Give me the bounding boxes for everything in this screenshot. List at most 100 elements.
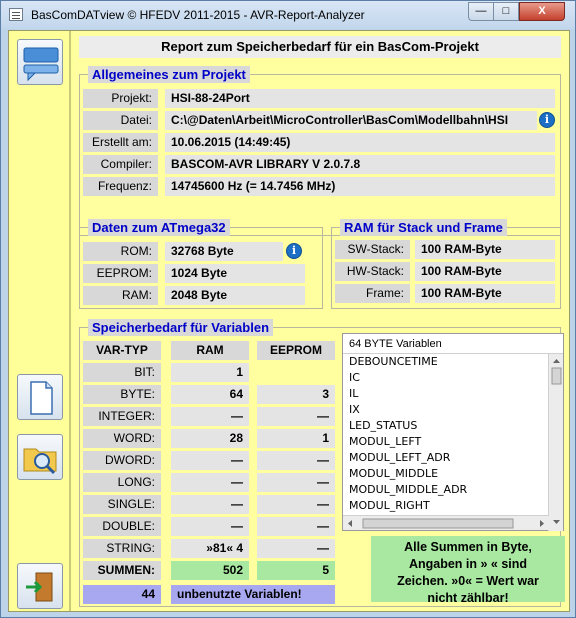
col-eeprom: EEPROM — [257, 341, 335, 360]
eeprom-cell: — — [257, 451, 335, 470]
rom-value: 32768 Byte — [165, 242, 283, 261]
col-ram: RAM — [171, 341, 249, 360]
frame-label: Frame: — [335, 284, 410, 303]
open-search-button[interactable] — [17, 434, 63, 480]
sw-stack-value: 100 RAM-Byte — [415, 240, 555, 259]
note-line-3: Zeichen. »0« = Wert war — [397, 574, 539, 588]
eeprom-cell: — — [257, 495, 335, 514]
var-type-label: BIT: — [83, 363, 161, 382]
eeprom-cell: — — [257, 473, 335, 492]
list-item[interactable]: MODUL_LEFT_ADR — [343, 450, 549, 466]
frequency-value: 14745600 Hz (= 14.7456 MHz) — [165, 177, 555, 196]
folder-search-icon — [23, 448, 57, 475]
variable-listbox[interactable]: 64 BYTE Variablen DEBOUNCETIME IC IL IX … — [342, 333, 564, 531]
ram-value: 2048 Byte — [165, 286, 305, 305]
horizontal-scrollbar[interactable] — [343, 515, 549, 530]
file-value: C:\@Daten\Arbeit\MicroController\BasCom\… — [165, 111, 537, 130]
col-var-type: VAR-TYP — [83, 341, 161, 360]
var-type-label: SINGLE: — [83, 495, 161, 514]
unused-label: unbenutzte Variablen! — [171, 585, 335, 604]
ram-cell: — — [171, 495, 249, 514]
exit-button[interactable] — [17, 563, 63, 609]
eeprom-cell: — — [257, 517, 335, 536]
atmega-group-title: Daten zum ATmega32 — [88, 219, 230, 236]
comment-icon — [23, 47, 59, 82]
list-item[interactable]: DEBOUNCETIME — [343, 354, 549, 370]
unused-count: 44 — [83, 585, 161, 604]
note-line-4: nicht zählbar! — [427, 591, 509, 605]
stack-group-title: RAM für Stack und Frame — [340, 219, 507, 236]
var-type-label: BYTE: — [83, 385, 161, 404]
comment-button[interactable] — [17, 39, 63, 85]
ram-cell: 64 — [171, 385, 249, 404]
listbox-items: DEBOUNCETIME IC IL IX LED_STATUS MODUL_L… — [343, 354, 549, 514]
list-item[interactable]: MODUL_LEFT — [343, 434, 549, 450]
eeprom-cell: — — [257, 407, 335, 426]
ram-cell: 28 — [171, 429, 249, 448]
ram-cell: 1 — [171, 363, 249, 382]
compiler-value: BASCOM-AVR LIBRARY V 2.0.7.8 — [165, 155, 555, 174]
project-label: Projekt: — [83, 89, 158, 108]
ram-cell: — — [171, 517, 249, 536]
info-icon[interactable]: i — [539, 112, 555, 128]
var-type-label: DWORD: — [83, 451, 161, 470]
sum-eeprom: 5 — [257, 561, 335, 580]
eeprom-cell: — — [257, 539, 335, 558]
list-item[interactable]: LED_STATUS — [343, 418, 549, 434]
list-item[interactable]: IX — [343, 402, 549, 418]
document-icon — [30, 381, 53, 415]
created-label: Erstellt am: — [83, 133, 158, 152]
ram-cell: — — [171, 473, 249, 492]
app-icon[interactable] — [9, 8, 23, 21]
list-item[interactable]: MODUL_MIDDLE_ADR — [343, 482, 549, 498]
ram-label: RAM: — [83, 286, 158, 305]
hw-stack-label: HW-Stack: — [335, 262, 410, 281]
app-window: BasComDATview © HFEDV 2011-2015 - AVR-Re… — [0, 0, 576, 618]
minimize-button[interactable]: — — [468, 2, 494, 21]
sum-label: SUMMEN: — [83, 561, 161, 580]
created-value: 10.06.2015 (14:49:45) — [165, 133, 555, 152]
exit-door-icon — [26, 572, 53, 602]
file-label: Datei: — [83, 111, 158, 130]
var-type-label: DOUBLE: — [83, 517, 161, 536]
ram-cell: »81« 4 — [171, 539, 249, 558]
sidebar — [9, 31, 71, 611]
close-button[interactable]: X — [519, 2, 565, 21]
eeprom-cell: 3 — [257, 385, 335, 404]
frame-value: 100 RAM-Byte — [415, 284, 555, 303]
info-icon[interactable]: i — [286, 243, 302, 259]
var-type-label: STRING: — [83, 539, 161, 558]
project-value: HSI-88-24Port — [165, 89, 555, 108]
var-type-label: WORD: — [83, 429, 161, 448]
sw-stack-label: SW-Stack: — [335, 240, 410, 259]
var-type-label: LONG: — [83, 473, 161, 492]
eeprom-cell: 1 — [257, 429, 335, 448]
note-line-1: Alle Summen in Byte, — [404, 540, 532, 554]
list-item[interactable]: IL — [343, 386, 549, 402]
title-bar: BasComDATview © HFEDV 2011-2015 - AVR-Re… — [1, 1, 575, 29]
variables-group-title: Speicherbedarf für Variablen — [88, 319, 274, 336]
legend-note: Alle Summen in Byte, Angaben in » « sind… — [371, 536, 565, 605]
note-line-2: Angaben in » « sind — [408, 557, 528, 571]
eeprom-value: 1024 Byte — [165, 264, 305, 283]
ram-cell: — — [171, 407, 249, 426]
list-item[interactable]: MODUL_RIGHT — [343, 498, 549, 514]
general-group-title: Allgemeines zum Projekt — [88, 66, 250, 83]
rom-label: ROM: — [83, 242, 158, 261]
report-document-button[interactable] — [17, 374, 63, 420]
report-title: Report zum Speicherbedarf für ein BasCom… — [79, 36, 561, 58]
window-title: BasComDATview © HFEDV 2011-2015 - AVR-Re… — [31, 8, 365, 22]
client-area: Report zum Speicherbedarf für ein BasCom… — [8, 30, 570, 612]
maximize-button[interactable]: □ — [493, 2, 519, 21]
list-item[interactable]: IC — [343, 370, 549, 386]
frequency-label: Frequenz: — [83, 177, 158, 196]
ram-cell: — — [171, 451, 249, 470]
vertical-scrollbar[interactable] — [548, 354, 563, 531]
list-item[interactable]: MODUL_MIDDLE — [343, 466, 549, 482]
var-type-label: INTEGER: — [83, 407, 161, 426]
sum-ram: 502 — [171, 561, 249, 580]
report-panel: Report zum Speicherbedarf für ein BasCom… — [73, 31, 569, 611]
hw-stack-value: 100 RAM-Byte — [415, 262, 555, 281]
compiler-label: Compiler: — [83, 155, 158, 174]
listbox-header: 64 BYTE Variablen — [343, 334, 563, 354]
